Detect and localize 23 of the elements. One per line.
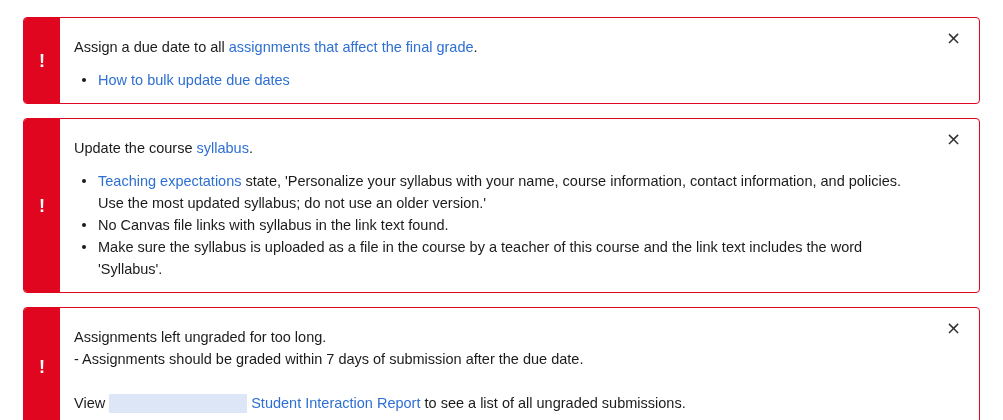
alert-message: - Assignments should be graded within 7 days of submission after the due date. xyxy=(74,350,585,369)
alert-message: Make sure the syllabus is uploaded as a file in the course by a teacher of this course and the link text includes the word 'Syllabus'. xyxy=(98,238,864,279)
close-button[interactable]: × xyxy=(941,318,965,338)
alert-message: View Student Interaction Report to see a list of all ungraded submissions. xyxy=(74,393,687,414)
warning-icon: ! xyxy=(39,195,45,216)
warning-icon: ! xyxy=(39,50,45,71)
link[interactable]: Student Interaction Report xyxy=(251,395,421,411)
alert-message: No Canvas file links with syllabus in the link text found. xyxy=(98,216,449,235)
warning-icon: ! xyxy=(39,357,45,377)
alert-message: Update the course syllabus. xyxy=(74,139,254,158)
link[interactable]: syllabus xyxy=(196,140,249,156)
close-button[interactable]: × xyxy=(941,28,965,48)
bullet-dot xyxy=(82,78,86,82)
link[interactable]: How to bulk update due dates xyxy=(98,72,290,88)
alert-message: Assignments left ungraded for too long. xyxy=(74,328,328,347)
bullet-dot xyxy=(82,179,86,183)
alert-message: Teaching expectations state, 'Personalize your syllabus with your name, course information, contact information, and policies. Use the most updated syllabus; do not use an older version.' xyxy=(98,172,902,213)
alert-message: Assign a due date to all assignments that affect the final grade. xyxy=(74,38,479,57)
bullet-dot xyxy=(82,245,86,249)
close-button[interactable]: × xyxy=(941,129,965,149)
bullet-dot xyxy=(82,223,86,227)
link[interactable]: Teaching expectations xyxy=(98,173,242,189)
link[interactable]: assignments that affect the final grade xyxy=(228,39,474,55)
